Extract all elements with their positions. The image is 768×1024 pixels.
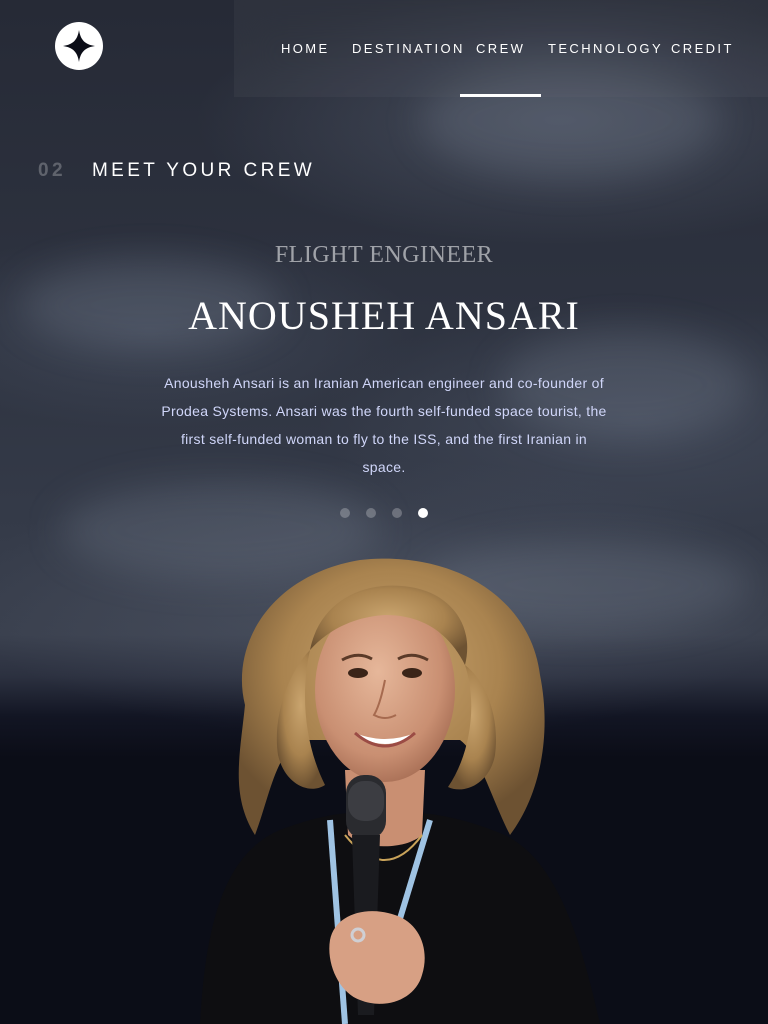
- slider-dot-3[interactable]: [392, 508, 402, 518]
- nav-item-crew[interactable]: CREW: [460, 0, 542, 97]
- nav-item-credit[interactable]: CREDIT: [671, 0, 734, 97]
- slider-dot-1[interactable]: [340, 508, 350, 518]
- active-nav-indicator: [460, 94, 542, 97]
- nav-item-destination[interactable]: DESTINATION: [352, 0, 465, 97]
- page-title: MEET YOUR CREW: [91, 160, 316, 181]
- crew-page: HOME DESTINATION CREW TECHNOLOGY CREDIT …: [0, 0, 768, 1024]
- crew-name: ANOUSHEH ANSARI: [188, 293, 580, 338]
- crew-bio: Anousheh Ansari is an Iranian American e…: [161, 375, 607, 475]
- nav-item-label: HOME: [281, 41, 330, 56]
- crew-portrait-image: [200, 558, 600, 1024]
- nav-item-label: CREDIT: [671, 41, 734, 56]
- nav-item-label: TECHNOLOGY: [548, 41, 664, 56]
- nav-item-technology[interactable]: TECHNOLOGY: [548, 0, 663, 97]
- page-heading: 02 MEET YOUR CREW: [38, 160, 315, 182]
- crew-role: FLIGHT ENGINEER: [274, 242, 494, 268]
- slider-dot-4[interactable]: [418, 508, 428, 518]
- nav-item-label: DESTINATION: [352, 41, 465, 56]
- slider-dot-2[interactable]: [366, 508, 376, 518]
- logo-icon[interactable]: [55, 22, 103, 70]
- nav-item-label: CREW: [476, 41, 526, 56]
- nav-item-home[interactable]: HOME: [281, 0, 330, 97]
- crew-slider-dots: [340, 508, 428, 518]
- main-nav: HOME DESTINATION CREW TECHNOLOGY CREDIT: [234, 0, 768, 97]
- page-number: 02: [38, 160, 66, 181]
